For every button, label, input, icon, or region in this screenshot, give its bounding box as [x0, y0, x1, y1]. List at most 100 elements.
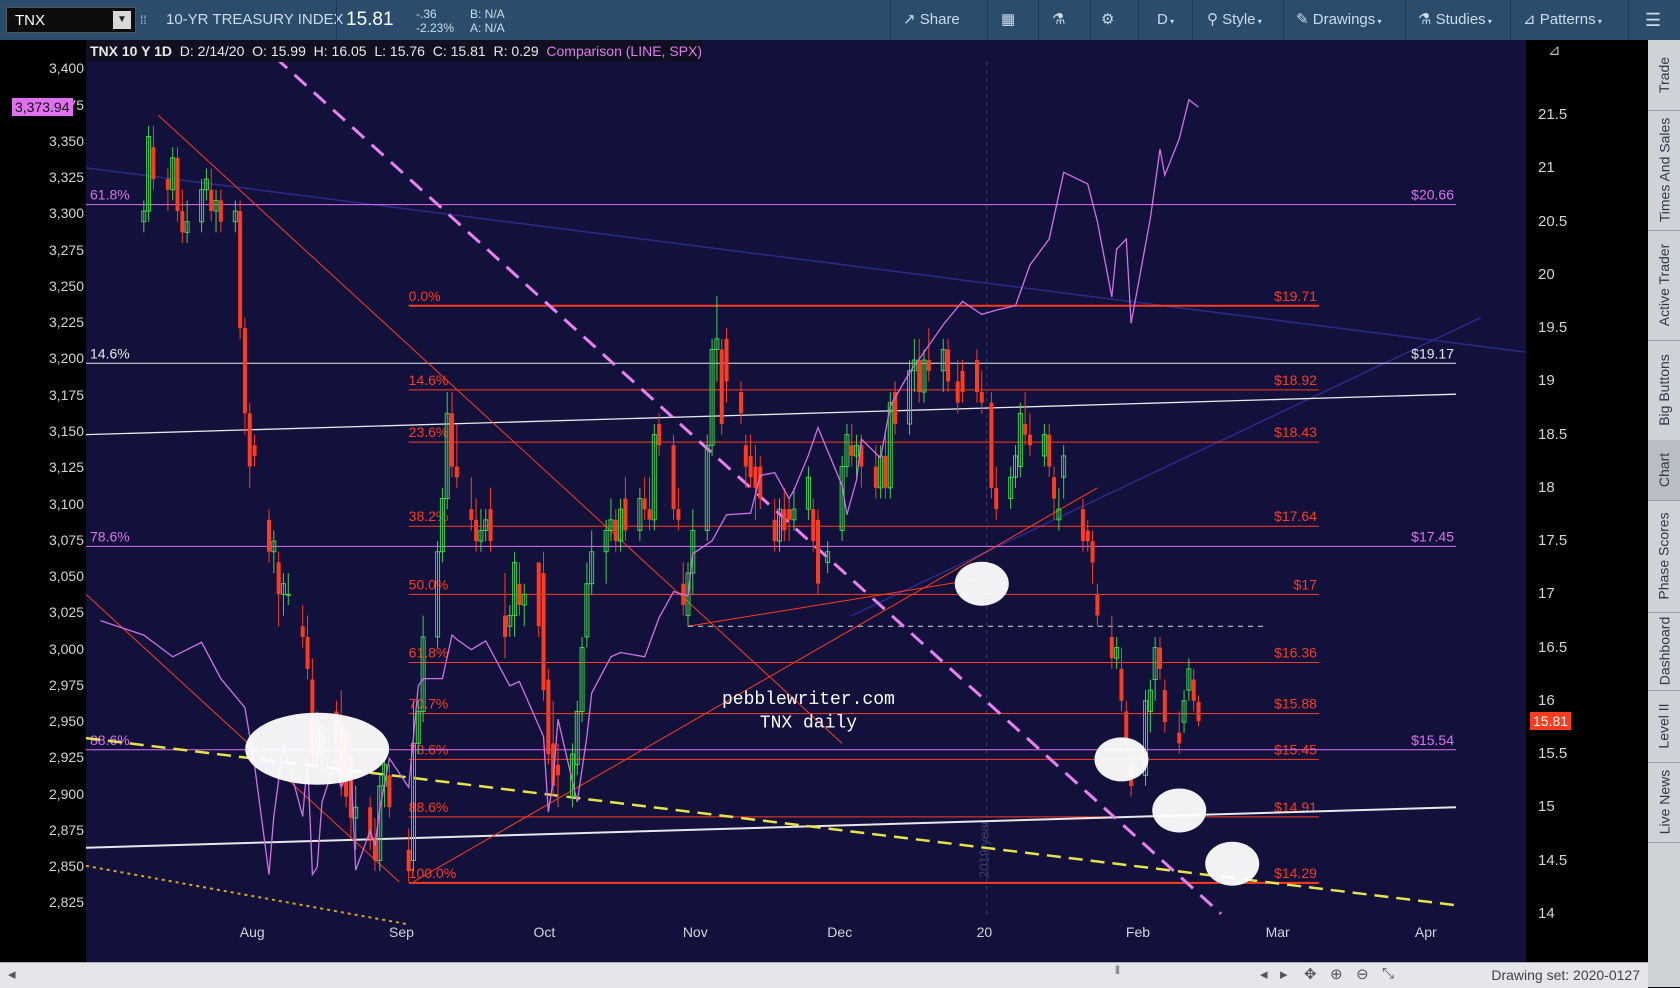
divider [1090, 0, 1091, 40]
chart-settings-icon[interactable]: ⊿ [1548, 38, 1561, 64]
menu-icon[interactable]: ☰ [1645, 0, 1661, 40]
drawing-tool-icon[interactable]: ⤡ [1382, 965, 1394, 982]
candle-body [926, 360, 931, 371]
side-tab-active-trader[interactable]: Active Trader [1648, 230, 1680, 341]
side-tab-dashboard[interactable]: Dashboard [1648, 612, 1680, 691]
candle-body [267, 519, 272, 552]
candle [546, 668, 551, 765]
zoom-out-icon[interactable]: ⊖ [1356, 965, 1369, 983]
candle-body [772, 519, 777, 542]
price-chart[interactable]: 2019 year0.0% $19.7114.6% $18.9223.6% $18.4… [86, 40, 1526, 962]
chevron-down-icon: ▾ [1595, 17, 1602, 26]
spx-tick-label: 2,925 [48, 749, 84, 766]
candle-body [218, 200, 223, 222]
bar-date: D: 2/14/20 [179, 43, 245, 59]
style-icon: ⚲ [1207, 11, 1223, 28]
zoom-in-icon[interactable]: ⊕ [1330, 965, 1343, 983]
fib-extension-value-label: $19.17 [1411, 345, 1454, 361]
candle-body [502, 615, 507, 637]
tnx-tick-label: 16.5 [1538, 638, 1568, 656]
candle [536, 562, 541, 637]
x-tick-label: Feb [1125, 924, 1151, 940]
candle-body [546, 679, 551, 755]
side-tab-label: Chart [1656, 452, 1673, 488]
fib-pct-label: 70.7% [409, 696, 449, 712]
candle-body [1047, 434, 1052, 467]
chart-grid-icon[interactable]: ▦ [1001, 0, 1015, 40]
tnx-tick-label: 14 [1538, 904, 1555, 922]
fib-extension-pct-label: 78.6% [90, 528, 130, 544]
candle-body [1109, 636, 1114, 659]
scroll-handle-icon[interactable]: ⦀ [1115, 965, 1120, 978]
spx-last-price-tag: 3,373.94 [12, 98, 73, 117]
side-tab-trade[interactable]: Trade [1648, 40, 1680, 111]
fib-value-label: $15.88 [1274, 696, 1317, 712]
aggregation-button[interactable]: D ▾ [1157, 0, 1174, 40]
candle-body [1080, 509, 1085, 542]
fib-value-label: $14.29 [1274, 865, 1317, 881]
pan-icon[interactable]: ✥ [1304, 965, 1317, 983]
aggregation-label: D [1157, 11, 1168, 28]
spx-tick-label: 2,850 [48, 858, 84, 875]
divider [1405, 0, 1406, 40]
candle-body [873, 466, 878, 488]
candle-body [849, 445, 854, 456]
drawings-button[interactable]: ✎ Drawings ▾ [1296, 0, 1382, 40]
scroll-right-icon[interactable]: ▸ [1280, 965, 1288, 983]
bottom-toolbar: ◂ ⦀ ◂ ▸ ✥ ⊕ ⊖ ⤡ Drawing set: 2020-0127 [0, 962, 1648, 988]
candle-body [151, 147, 156, 180]
symbol-text: TNX [15, 12, 45, 29]
drawing-set-label: Drawing set: 2020-0127 [1491, 967, 1640, 983]
studies-button[interactable]: ⚗ Studies ▾ [1418, 0, 1492, 40]
candle-body [541, 573, 546, 691]
candle-body [647, 509, 652, 520]
divider [1192, 0, 1193, 40]
spx-tick-label: 3,300 [48, 205, 84, 222]
patterns-label: Patterns [1539, 11, 1596, 28]
side-tab-chart[interactable]: Chart [1648, 440, 1680, 501]
candle-body [979, 392, 984, 403]
gear-icon[interactable]: ⚙ [1101, 0, 1114, 40]
side-tab-label: Trade [1656, 56, 1672, 94]
candle-body [175, 157, 180, 212]
x-tick-label: Apr [1414, 924, 1437, 940]
spx-tick-label: 3,200 [48, 350, 84, 367]
candle-body [955, 381, 960, 403]
symbol-dropdown-icon[interactable]: ▼ [113, 11, 131, 29]
flask-icon[interactable]: ⚗ [1052, 0, 1065, 40]
spx-tick-label: 3,150 [48, 422, 84, 439]
side-tab-live-news[interactable]: Live News [1648, 762, 1680, 843]
tnx-tick-label: 17.5 [1538, 532, 1568, 550]
side-tab-times-and-sales[interactable]: Times And Sales [1648, 110, 1680, 231]
tnx-tick-label: 17 [1538, 585, 1555, 603]
spx-tick-label: 3,025 [48, 604, 84, 621]
side-tab-big-buttons[interactable]: Big Buttons [1648, 340, 1680, 441]
symbol-selector[interactable]: TNX ▼ [6, 7, 136, 33]
candle-body [406, 849, 411, 872]
scroll-left-icon[interactable]: ◂ [1260, 965, 1268, 983]
candle-body [209, 189, 214, 212]
tnx-last-price-tag: 15.81 [1530, 712, 1572, 731]
candle-body [276, 562, 281, 595]
candle-body [960, 370, 965, 393]
highlight-ellipse [1205, 841, 1260, 886]
bar-high: H: 16.05 [313, 43, 367, 59]
patterns-button[interactable]: ⊿ Patterns ▾ [1523, 0, 1602, 40]
side-tab-phase-scores[interactable]: Phase Scores [1648, 500, 1680, 613]
side-tab-level-ii[interactable]: Level II [1648, 690, 1680, 763]
candle-body [454, 466, 459, 478]
candle-body [555, 764, 560, 776]
style-button[interactable]: ⚲ Style ▾ [1207, 0, 1262, 40]
comparison-label: Comparison (LINE, SPX) [546, 43, 702, 59]
style-label: Style [1222, 11, 1256, 28]
candle [816, 509, 821, 595]
highlight-ellipse [245, 712, 390, 785]
symbol-description: 10-YR TREASURY INDEX [166, 11, 344, 28]
x-tick-label: Nov [682, 924, 708, 940]
candle-body [180, 211, 185, 233]
candle-body [1052, 477, 1057, 499]
chart-settings-icon[interactable]: ⁞⁞ [140, 0, 147, 40]
share-button[interactable]: ↗ Share [903, 0, 960, 40]
scroll-left-icon[interactable]: ◂ [8, 965, 16, 983]
tnx-axis [1526, 40, 1648, 962]
